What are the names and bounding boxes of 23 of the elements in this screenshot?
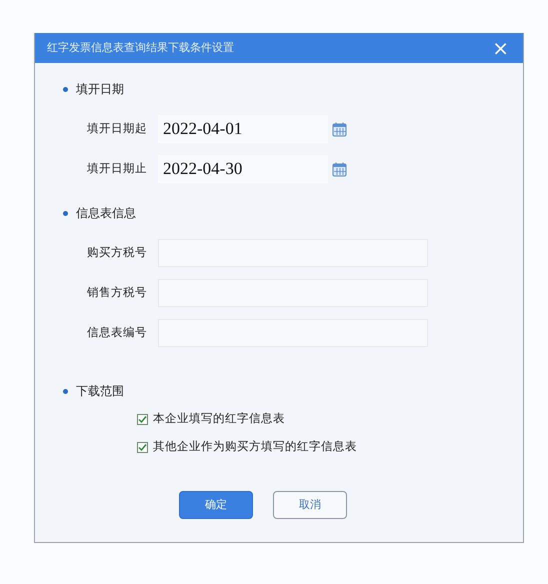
confirm-button[interactable]: 确定 bbox=[179, 491, 253, 519]
section-title: 填开日期 bbox=[76, 81, 124, 98]
checkbox-label: 其他企业作为购买方填写的红字信息表 bbox=[153, 438, 357, 456]
bullet-icon bbox=[63, 388, 68, 394]
calendar-icon[interactable] bbox=[332, 162, 347, 176]
section-title: 下载范围 bbox=[76, 383, 124, 400]
checkbox-label: 本企业填写的红字信息表 bbox=[153, 410, 285, 428]
field-label: 填开日期止 bbox=[86, 160, 148, 178]
cancel-button[interactable]: 取消 bbox=[273, 491, 347, 519]
bullet-icon bbox=[63, 86, 68, 92]
checkbox[interactable] bbox=[137, 414, 148, 424]
checkbox[interactable] bbox=[137, 442, 148, 452]
date-field[interactable]: 2022-04-01 bbox=[158, 115, 328, 143]
field-label: 购买方税号 bbox=[86, 244, 148, 262]
section-title: 信息表信息 bbox=[76, 205, 136, 222]
window-title: 红字发票信息表查询结果下载条件设置 bbox=[47, 40, 234, 56]
field-label: 填开日期起 bbox=[86, 120, 148, 138]
close-button[interactable]: × bbox=[488, 38, 513, 58]
field-label: 销售方税号 bbox=[86, 284, 148, 302]
calendar-icon[interactable] bbox=[332, 122, 347, 136]
bullet-icon bbox=[63, 210, 68, 216]
field-label: 信息表编号 bbox=[86, 324, 148, 342]
date-field[interactable]: 2022-04-30 bbox=[158, 155, 328, 183]
